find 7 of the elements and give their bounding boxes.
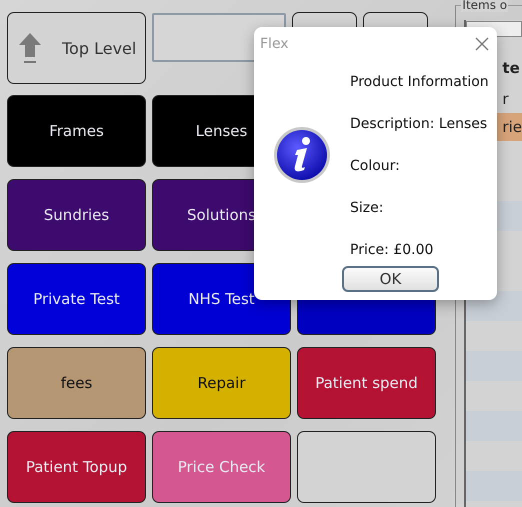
info-line: Price: £0.00 bbox=[350, 242, 434, 260]
info-line: Description: Lenses bbox=[350, 116, 488, 134]
dialog-title: Flex bbox=[260, 36, 289, 52]
info-line: Product Information bbox=[350, 74, 489, 92]
info-line: Size: bbox=[350, 200, 384, 218]
info-line: Colour: bbox=[350, 158, 401, 176]
group-title: Items o bbox=[461, 0, 508, 12]
